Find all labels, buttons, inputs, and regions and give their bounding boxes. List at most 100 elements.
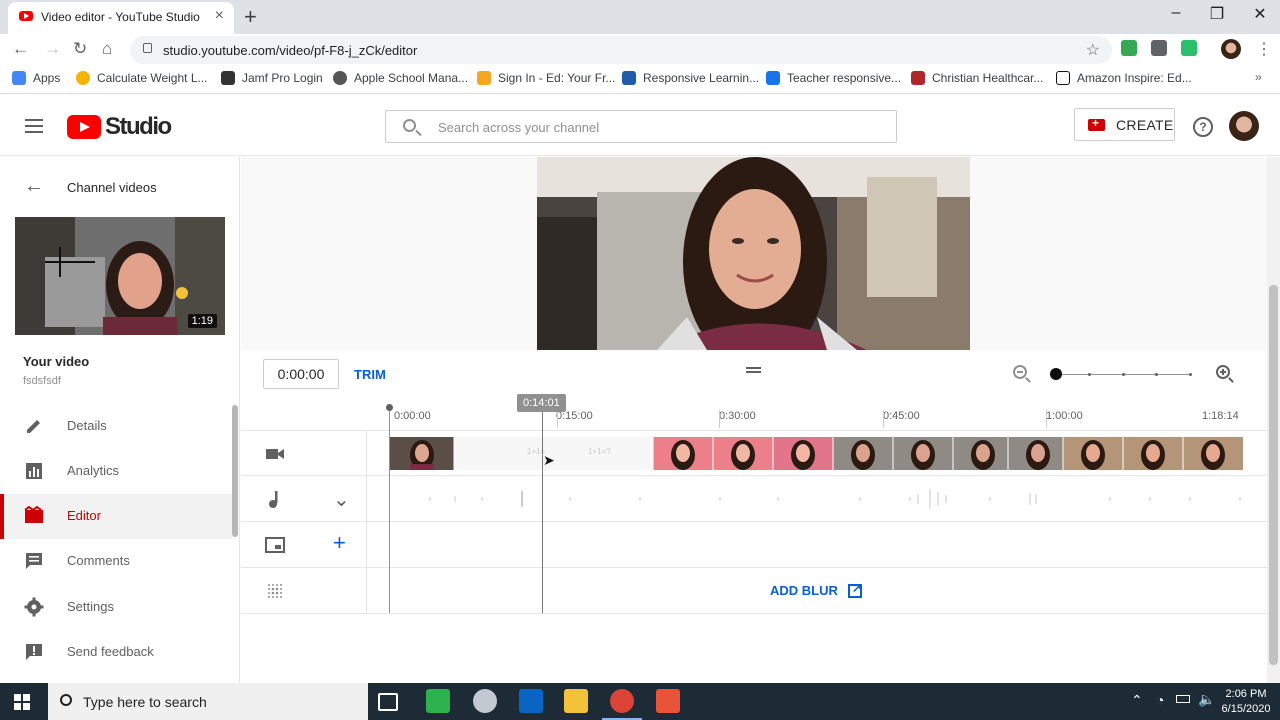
extension-facebook-icon[interactable]: [1151, 40, 1167, 56]
network-icon[interactable]: ◔: [1156, 692, 1164, 708]
sidebar-item-settings[interactable]: Settings: [0, 585, 232, 630]
bookmark-teacher[interactable]: Teacher responsive...: [766, 71, 901, 85]
sidebar-item-details[interactable]: Details: [0, 404, 232, 449]
studio-header: Studio CREATE ?: [0, 96, 1280, 156]
open-external-icon: [847, 581, 862, 598]
zoom-out-icon[interactable]: [1013, 365, 1027, 379]
add-blur-label: ADD BLUR: [770, 583, 838, 598]
bookmark-label: Sign In - Ed: Your Fr...: [498, 71, 616, 85]
channel-videos-link[interactable]: ← Channel videos: [0, 171, 239, 203]
bookmark-amazon[interactable]: Amazon Inspire: Ed...: [1056, 71, 1192, 85]
create-button[interactable]: CREATE: [1074, 108, 1175, 141]
close-tab-icon[interactable]: ×: [215, 7, 224, 25]
account-avatar[interactable]: [1229, 111, 1259, 141]
search-input[interactable]: [438, 117, 878, 137]
url-text[interactable]: studio.youtube.com/video/pf-F8-j_zCk/edi…: [163, 43, 417, 58]
volume-icon[interactable]: 🔈: [1198, 691, 1215, 708]
bookmark-calculate[interactable]: Calculate Weight L...: [76, 71, 208, 85]
chrome-profile-avatar[interactable]: [1221, 39, 1241, 59]
audio-waveform[interactable]: [390, 484, 1243, 514]
rl-icon: [766, 71, 780, 85]
ruler-tick: 1:00:00: [1046, 410, 1083, 422]
taskbar-clock[interactable]: 2:06 PM 6/15/2020: [1217, 687, 1275, 717]
channel-search[interactable]: [385, 110, 897, 143]
youtube-studio-logo[interactable]: Studio: [67, 113, 172, 141]
ruler-tick-mark: [1046, 410, 1047, 428]
bookmarks-overflow-icon[interactable]: »: [1255, 70, 1262, 84]
tray-overflow-icon[interactable]: ⌃: [1131, 692, 1143, 709]
lock-icon[interactable]: [143, 43, 152, 53]
camtasia-green-app-icon[interactable]: [426, 689, 450, 713]
bookmark-label: Christian Healthcar...: [932, 71, 1044, 85]
bookmark-apps[interactable]: Apps: [12, 71, 60, 85]
forward-icon[interactable]: →: [44, 39, 61, 59]
track-divider: [366, 476, 367, 522]
task-view-icon[interactable]: [378, 693, 398, 711]
ruler-tick: 0:30:00: [719, 410, 756, 422]
sidebar-item-comments[interactable]: Comments: [0, 539, 232, 584]
battery-icon[interactable]: [1176, 695, 1190, 703]
video-thumbnail[interactable]: 1:19: [15, 217, 225, 335]
bookmark-star-icon[interactable]: ☆: [1086, 40, 1100, 60]
track-divider: [366, 568, 367, 614]
file-explorer-icon[interactable]: [564, 689, 588, 713]
timecode-input[interactable]: 0:00:00: [263, 359, 339, 389]
browser-tab[interactable]: Video editor - YouTube Studio ×: [8, 2, 234, 34]
close-window-icon[interactable]: ✕: [1240, 4, 1280, 24]
resize-handle-icon[interactable]: [746, 367, 761, 373]
back-arrow-icon: ←: [24, 175, 44, 197]
playhead-line[interactable]: [542, 410, 543, 613]
video-filmstrip[interactable]: 1+1= 1+1=?: [390, 437, 1243, 470]
help-icon[interactable]: ?: [1193, 117, 1213, 137]
page-scrollbar-thumb[interactable]: [1269, 285, 1278, 665]
youtube-favicon-icon: [19, 11, 33, 21]
new-tab-icon[interactable]: +: [244, 4, 257, 30]
zoom-slider-handle[interactable]: [1050, 368, 1062, 380]
trim-button[interactable]: TRIM: [354, 367, 386, 382]
bookmark-sign-in[interactable]: Sign In - Ed: Your Fr...: [477, 71, 615, 85]
taskbar-search[interactable]: Type here to search: [48, 683, 368, 720]
bookmark-label: Apps: [33, 71, 61, 85]
extension-classroom-icon[interactable]: [1181, 40, 1197, 56]
add-end-screen-icon[interactable]: +: [333, 530, 346, 556]
sidebar-item-analytics[interactable]: Analytics: [0, 449, 232, 494]
zoom-in-icon[interactable]: [1216, 365, 1230, 379]
chrome-app-icon[interactable]: [602, 689, 642, 720]
minimize-icon[interactable]: –: [1156, 4, 1196, 22]
chm-icon: [911, 71, 925, 85]
chrome-menu-icon[interactable]: ⋮: [1256, 39, 1272, 59]
ruler-tick: 1:18:14: [1202, 410, 1239, 422]
timeline-ruler[interactable]: 0:00:00 0:15:00 0:30:00 0:45:00 1:00:00 …: [241, 402, 1267, 430]
home-icon[interactable]: ⌂: [102, 39, 112, 59]
back-icon[interactable]: ←: [12, 39, 29, 59]
sidebar-scrollbar[interactable]: [232, 405, 238, 537]
paint-app-icon[interactable]: [473, 689, 497, 713]
reload-icon[interactable]: ↻: [73, 39, 87, 59]
clock-date: 6/15/2020: [1221, 703, 1271, 715]
sidebar-item-editor[interactable]: Editor: [0, 494, 232, 539]
bookmark-jamf[interactable]: Jamf Pro Login: [221, 71, 323, 85]
playhead-time-label[interactable]: 0:14:01: [517, 394, 566, 412]
chevron-down-icon[interactable]: ⌄: [333, 487, 350, 512]
extension-sheets-icon[interactable]: [1121, 40, 1137, 56]
comments-icon: [26, 553, 42, 569]
video-preview[interactable]: [537, 157, 970, 350]
address-bar[interactable]: studio.youtube.com/video/pf-F8-j_zCk/edi…: [130, 36, 1112, 64]
bookmark-christian[interactable]: Christian Healthcar...: [911, 71, 1043, 85]
analytics-icon: [26, 463, 42, 479]
amazon-icon: [1056, 71, 1070, 85]
studio-sidebar: ← Channel videos 1:19 Your video fsdsfsd…: [0, 157, 240, 683]
video-camera-icon: [266, 449, 284, 459]
apps-grid-icon: [12, 71, 26, 85]
outlook-app-icon[interactable]: [519, 689, 543, 713]
page-scrollbar[interactable]: [1267, 157, 1280, 683]
bookmark-apple-school[interactable]: Apple School Mana...: [333, 71, 468, 85]
add-blur-button[interactable]: ADD BLUR: [770, 581, 862, 599]
hamburger-menu-icon[interactable]: [25, 119, 43, 137]
restore-icon[interactable]: ❐: [1197, 4, 1237, 24]
windows-start-icon[interactable]: [14, 694, 30, 710]
bookmark-responsive[interactable]: Responsive Learnin...: [622, 71, 759, 85]
camtasia-app-icon[interactable]: [656, 689, 680, 713]
sidebar-item-send-feedback[interactable]: Send feedback: [0, 630, 232, 675]
zoom-slider-track[interactable]: [1055, 373, 1192, 376]
